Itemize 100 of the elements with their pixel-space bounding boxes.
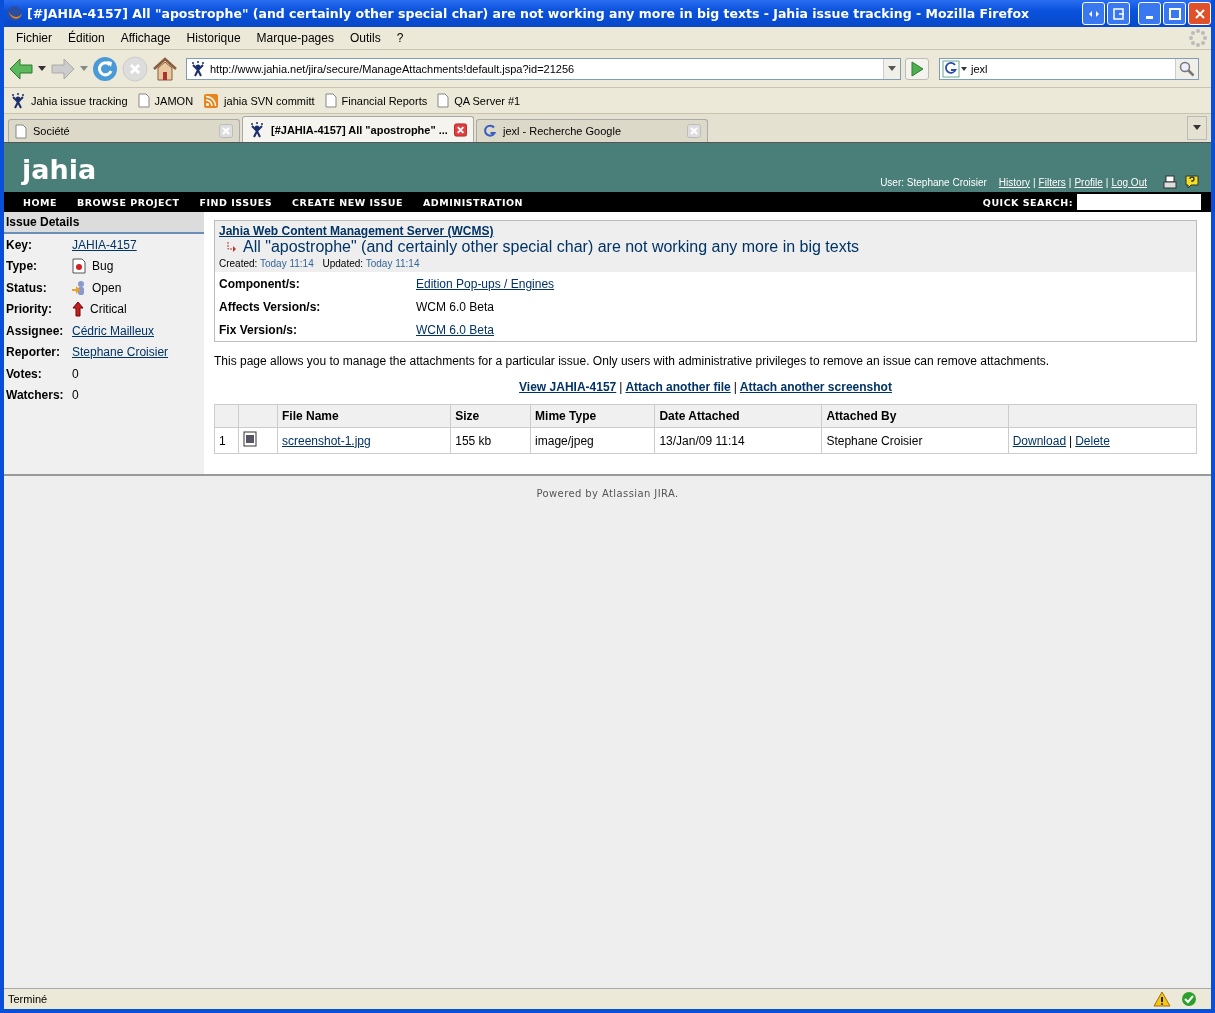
table-cell: image/jpeg xyxy=(530,427,655,454)
caret-icon[interactable] xyxy=(38,65,46,72)
dropdown-button[interactable] xyxy=(883,58,900,79)
restore-window-button[interactable] xyxy=(1107,2,1130,25)
spinner-icon xyxy=(1189,29,1207,47)
bookmark-item[interactable]: jahia SVN committ xyxy=(203,92,315,109)
row-action-link[interactable]: Delete xyxy=(1075,433,1110,448)
search-button[interactable] xyxy=(1175,58,1198,79)
footer-text: Powered by Atlassian JIRA. xyxy=(536,488,679,499)
header-link[interactable]: Profile xyxy=(1074,176,1103,188)
help-bubble-icon[interactable] xyxy=(1185,175,1199,189)
tab-list-button[interactable] xyxy=(1187,116,1207,140)
menu-item[interactable]: Fichier xyxy=(8,31,60,45)
check-circle-icon[interactable] xyxy=(1181,991,1197,1007)
maximize-button[interactable] xyxy=(1163,2,1186,25)
field-link[interactable]: JAHIA-4157 xyxy=(72,237,137,252)
maximize-icon xyxy=(1168,7,1181,20)
nav-link[interactable]: BROWSE PROJECT xyxy=(77,196,180,208)
header-link[interactable]: Filters xyxy=(1038,176,1066,188)
page-icon xyxy=(15,123,27,139)
back-arrow-icon[interactable] xyxy=(8,56,34,81)
field-label: Votes: xyxy=(6,366,43,381)
field-value: 0 xyxy=(72,388,79,403)
field-value: WCM 6.0 Beta xyxy=(416,299,495,314)
close-icon xyxy=(1193,7,1206,20)
arrows-button[interactable] xyxy=(1082,2,1105,25)
browser-tab[interactable]: Société xyxy=(8,119,240,142)
field-label: Status: xyxy=(6,280,48,295)
bookmark-item[interactable]: QA Server #1 xyxy=(437,93,521,108)
column-header: Size xyxy=(450,404,531,428)
separator: | xyxy=(1068,176,1072,188)
close-button[interactable] xyxy=(1188,2,1211,25)
menu-item[interactable]: Marque-pages xyxy=(248,31,342,45)
left-right-arrows-icon xyxy=(1087,8,1100,19)
menu-item[interactable]: Historique xyxy=(178,31,249,45)
field-value: Open xyxy=(92,280,122,295)
nav-link[interactable]: FIND ISSUES xyxy=(199,196,273,208)
table-cell: 155 kb xyxy=(450,427,531,454)
home-icon[interactable] xyxy=(152,55,178,82)
browser-tab[interactable]: [#JAHIA-4157] All "apostrophe" ... xyxy=(242,116,474,142)
separator: | xyxy=(1069,433,1073,448)
sidebar-heading: Issue Details xyxy=(4,212,204,234)
header-link[interactable]: History xyxy=(998,176,1030,188)
field-label: Component/s: xyxy=(219,276,301,291)
letter-g-icon[interactable] xyxy=(942,59,968,78)
image-file-icon xyxy=(243,431,257,447)
header-link[interactable]: Log Out xyxy=(1111,176,1147,188)
created-label: Created: xyxy=(219,258,258,269)
nav-link[interactable]: CREATE NEW ISSUE xyxy=(292,196,403,208)
address-field[interactable]: http://www.jahia.net/jira/secure/ManageAttachments!default.jspa?id=21256 xyxy=(186,57,901,80)
table-cell: Stephane Croisier xyxy=(821,427,1009,454)
go-button[interactable] xyxy=(905,57,929,80)
page-icon xyxy=(137,93,150,108)
field-link[interactable]: Edition Pop-ups / Engines xyxy=(416,276,555,291)
bookmark-item[interactable]: Jahia issue tracking xyxy=(10,92,128,109)
letter-g-icon xyxy=(483,123,497,139)
description-text: This page allows you to manage the attachments for a particular issue. Only users with administrative privileges to remove an issue can remove attachments. xyxy=(214,354,1051,368)
browser-tab[interactable]: jexl - Recherche Google xyxy=(476,119,708,142)
menu-item[interactable]: ? xyxy=(388,31,412,45)
column-header: Date Attached xyxy=(654,404,822,428)
bookmark-item[interactable]: Financial Reports xyxy=(324,93,428,108)
project-link[interactable]: Jahia Web Content Management Server (WCMS) xyxy=(219,224,494,238)
page-icon xyxy=(324,93,337,108)
menu-item[interactable]: Affichage xyxy=(112,31,179,45)
bug-page-icon xyxy=(72,258,86,275)
up-arrow-icon xyxy=(72,301,84,318)
quick-search-field[interactable] xyxy=(1077,194,1201,210)
separator: | xyxy=(619,380,623,394)
field-value: Bug xyxy=(92,259,114,274)
field-label: Priority: xyxy=(6,302,53,317)
printer-icon[interactable] xyxy=(1163,175,1177,189)
nav-link[interactable]: ADMINISTRATION xyxy=(423,196,523,208)
field-label: Reporter: xyxy=(6,345,61,360)
reload-icon[interactable] xyxy=(92,55,118,82)
field-label: Assignee: xyxy=(6,323,65,338)
updated-label: Updated: xyxy=(322,258,364,269)
field-label: Type: xyxy=(6,259,39,274)
row-action-link[interactable]: Download xyxy=(1012,433,1067,448)
action-link[interactable]: Attach another screenshot xyxy=(739,380,892,394)
separator: | xyxy=(733,380,737,394)
field-link[interactable]: Cédric Mailleux xyxy=(72,323,155,338)
caret-icon xyxy=(888,65,896,72)
quick-search-label: QUICK SEARCH: xyxy=(982,196,1073,208)
field-link[interactable]: WCM 6.0 Beta xyxy=(416,322,495,337)
minimize-button[interactable] xyxy=(1138,2,1161,25)
bookmark-item[interactable]: JAMON xyxy=(137,93,194,108)
logo[interactable]: jahia xyxy=(22,154,97,185)
fox-globe-icon xyxy=(6,5,23,22)
warning-icon[interactable] xyxy=(1153,991,1171,1007)
action-link[interactable]: Attach another file xyxy=(625,380,731,394)
search-field[interactable]: jexl xyxy=(939,57,1199,80)
nav-link[interactable]: HOME xyxy=(23,196,57,208)
close-icon[interactable] xyxy=(453,122,467,137)
table-cell: 13/Jan/09 11:14 xyxy=(654,427,822,454)
menu-item[interactable]: Outils xyxy=(341,31,389,45)
menu-item[interactable]: Édition xyxy=(60,31,113,45)
page-icon xyxy=(437,93,450,108)
field-value: Critical xyxy=(90,302,127,317)
action-link[interactable]: View JAHIA-4157 xyxy=(519,380,617,394)
field-link[interactable]: Stephane Croisier xyxy=(72,345,169,360)
